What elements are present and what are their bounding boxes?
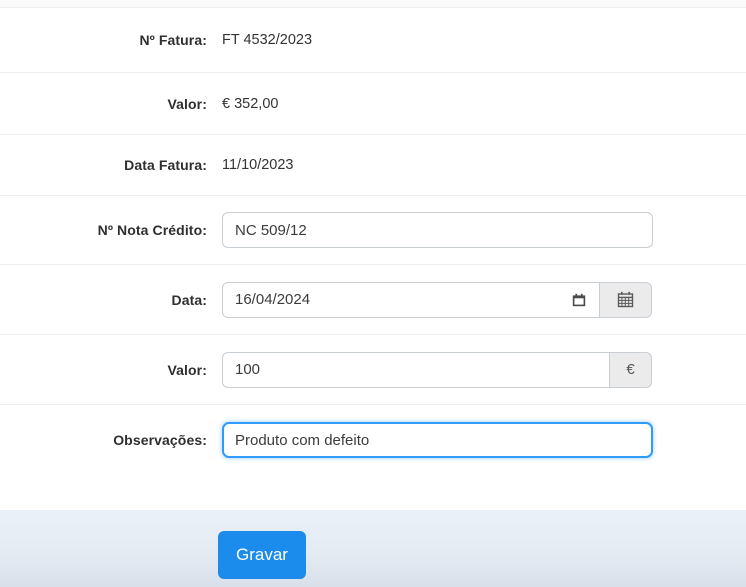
row-invoice-amount: Valor: € 352,00 (0, 73, 746, 135)
spacer (0, 475, 746, 510)
calendar-picker-button[interactable] (599, 281, 652, 318)
invoice-number-label: Nº Fatura: (139, 32, 207, 48)
euro-addon: € (609, 351, 652, 388)
invoice-date-label: Data Fatura: (124, 157, 207, 173)
credit-note-amount-input[interactable] (222, 351, 610, 388)
row-credit-note-amount: Valor: € (0, 335, 746, 405)
credit-note-number-label: Nº Nota Crédito: (97, 222, 207, 238)
date-input-group (222, 281, 652, 318)
save-button[interactable]: Gravar (218, 531, 306, 579)
row-observations: Observações: (0, 405, 746, 475)
invoice-number-value: FT 4532/2023 (222, 32, 313, 48)
form-footer: Gravar (0, 510, 746, 587)
observations-input[interactable] (222, 422, 653, 458)
credit-note-date-label: Data: (171, 291, 207, 308)
row-invoice-date: Data Fatura: 11/10/2023 (0, 135, 746, 196)
calendar-icon (617, 291, 634, 308)
invoice-amount-label: Valor: (167, 95, 207, 112)
amount-input-group: € (222, 351, 652, 388)
credit-note-date-input[interactable] (222, 281, 600, 318)
row-invoice-number: Nº Fatura: FT 4532/2023 (0, 8, 746, 73)
observations-label: Observações: (113, 432, 207, 448)
credit-note-amount-label: Valor: (167, 361, 207, 378)
invoice-date-value: 11/10/2023 (222, 157, 294, 173)
credit-note-form-page: Nº Fatura: FT 4532/2023 Valor: € 352,00 … (0, 0, 746, 587)
row-credit-note-number: Nº Nota Crédito: (0, 196, 746, 265)
invoice-amount-value: € 352,00 (222, 95, 279, 112)
row-credit-note-date: Data: (0, 265, 746, 335)
euro-symbol: € (626, 361, 635, 378)
top-strip-divider (0, 0, 746, 8)
credit-note-number-input[interactable] (222, 212, 653, 248)
